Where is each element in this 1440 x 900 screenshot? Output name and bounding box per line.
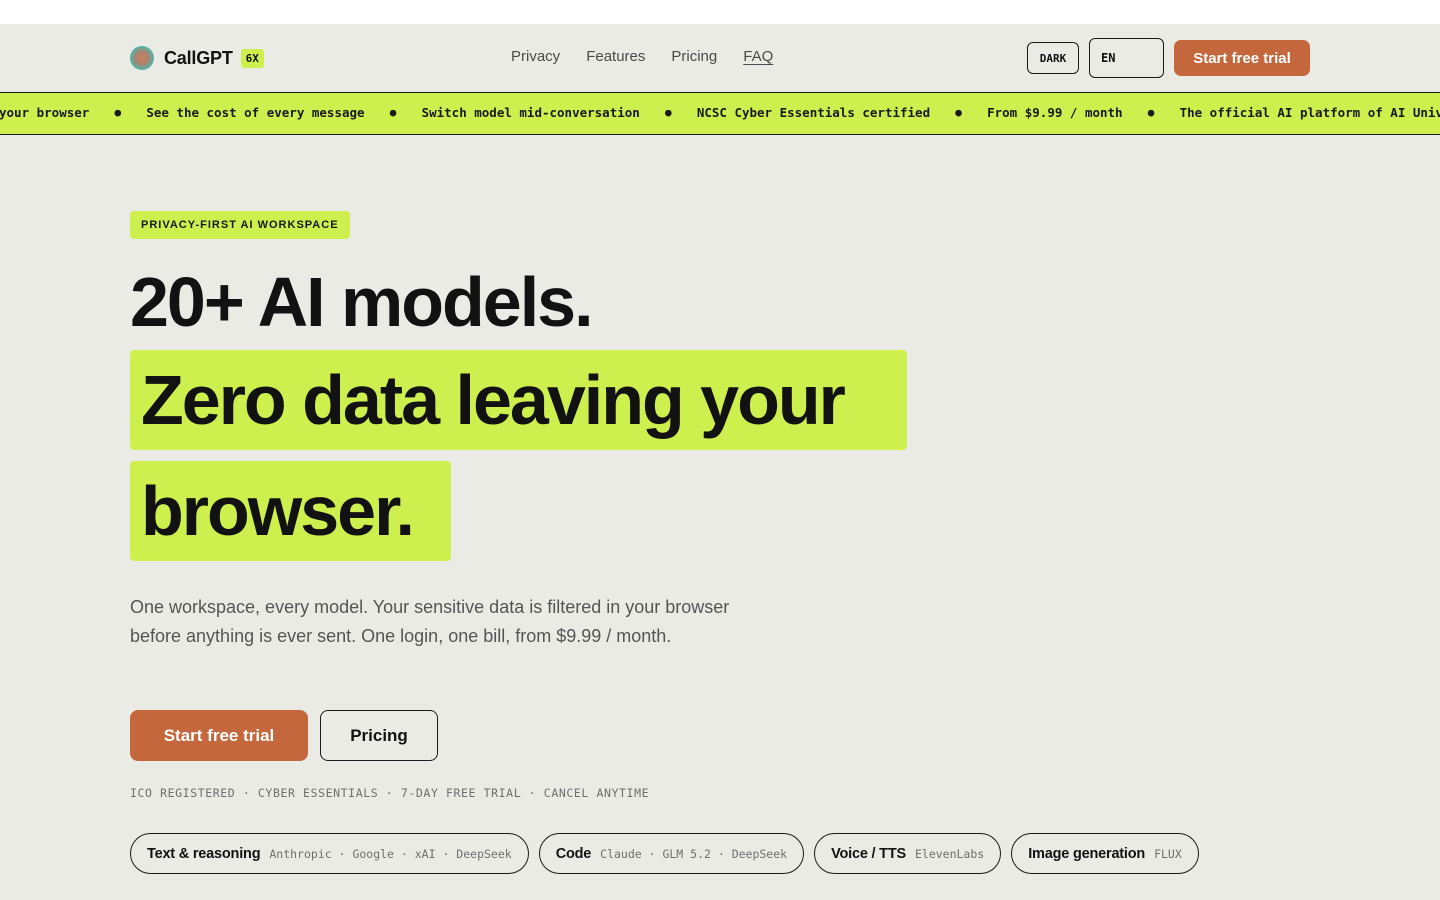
pricing-button[interactable]: Pricing xyxy=(320,710,438,761)
nav-pricing[interactable]: Pricing xyxy=(671,48,717,65)
main-nav: Privacy Features Pricing FAQ xyxy=(511,48,773,65)
brand-name: CallGPT xyxy=(164,47,233,68)
top-strip xyxy=(0,0,1440,24)
hero-lead: One workspace, every model. Your sensiti… xyxy=(130,597,730,646)
feature-ticker: your browser ● See the cost of every mes… xyxy=(0,92,1440,135)
logo-icon xyxy=(130,46,154,70)
ticker-item: your browser xyxy=(0,105,90,120)
ticker-item: NCSC Cyber Essentials certified xyxy=(696,105,931,120)
trust-line: ICO REGISTERED · CYBER ESSENTIALS · 7-DA… xyxy=(130,786,650,800)
chip-label: Image generation xyxy=(1028,845,1146,862)
chip-label: Code xyxy=(555,845,592,862)
eyebrow-badge: PRIVACY-FIRST AI WORKSPACE xyxy=(130,211,350,239)
ticker-separator: ● xyxy=(1147,106,1155,119)
site-header: CallGPT 6X Privacy Features Pricing FAQ … xyxy=(0,24,1440,92)
chip-detail: ElevenLabs xyxy=(914,846,985,861)
chip-label: Text & reasoning xyxy=(147,845,261,862)
brand-badge: 6X xyxy=(240,48,264,68)
start-trial-button[interactable]: Start free trial xyxy=(130,710,308,761)
chip-voice-tts[interactable]: Voice / TTS ElevenLabs xyxy=(814,833,1002,874)
ticker-separator: ● xyxy=(955,106,962,119)
brand[interactable]: CallGPT 6X xyxy=(130,44,264,72)
chip-code[interactable]: Code Claude · GLM 5.2 · DeepSeek xyxy=(538,833,805,874)
ticker-item: Switch model mid-conversation xyxy=(421,105,640,120)
headline-line1: 20+ AI models. xyxy=(130,263,594,341)
capability-chips: Text & reasoning Anthropic · Google · xA… xyxy=(130,833,1199,874)
ticker-separator: ● xyxy=(114,106,122,119)
language-select[interactable]: EN xyxy=(1089,38,1164,78)
nav-faq[interactable]: FAQ xyxy=(743,48,773,65)
ticker-item: From $9.99 / month xyxy=(987,105,1123,120)
chip-detail: Claude · GLM 5.2 · DeepSeek xyxy=(600,846,788,861)
ticker-item: The official AI platform of AI Univ xyxy=(1179,105,1440,120)
theme-toggle-button[interactable]: DARK xyxy=(1027,42,1079,74)
headline-highlight-1: Zero data leaving your xyxy=(130,350,907,450)
chip-image-generation[interactable]: Image generation FLUX xyxy=(1011,833,1199,874)
ticker-separator: ● xyxy=(665,106,672,119)
ticker-item: See the cost of every message xyxy=(146,105,365,120)
header-start-trial-button[interactable]: Start free trial xyxy=(1174,40,1310,76)
ticker-separator: ● xyxy=(389,106,397,119)
nav-privacy[interactable]: Privacy xyxy=(511,48,560,65)
chip-detail: Anthropic · Google · xAI · DeepSeek xyxy=(269,846,512,861)
ticker-track: your browser ● See the cost of every mes… xyxy=(0,105,1440,120)
chip-text-reasoning[interactable]: Text & reasoning Anthropic · Google · xA… xyxy=(130,833,529,874)
headline-highlight-2: browser. xyxy=(130,461,451,561)
chip-label: Voice / TTS xyxy=(831,845,906,862)
chip-detail: FLUX xyxy=(1154,846,1182,861)
nav-features[interactable]: Features xyxy=(586,48,645,65)
